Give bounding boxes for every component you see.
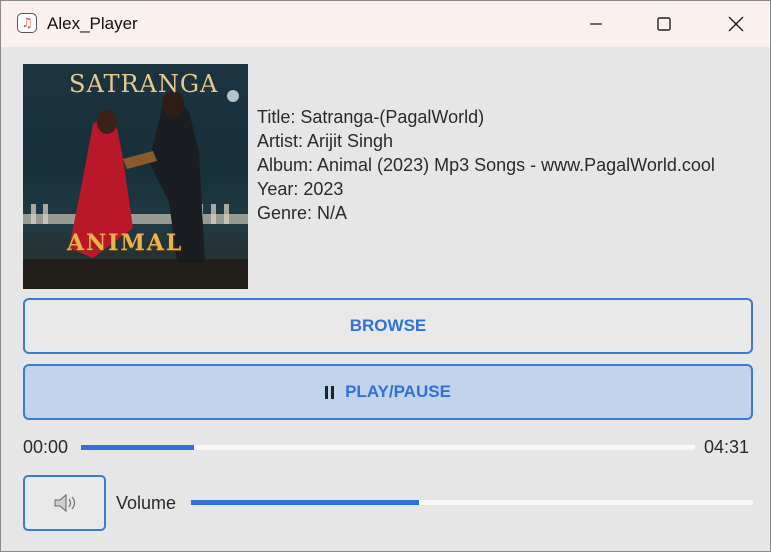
- maximize-icon: [657, 17, 671, 31]
- play-pause-button-label: PLAY/PAUSE: [345, 382, 451, 401]
- mute-button[interactable]: [23, 475, 106, 531]
- volume-slider[interactable]: [191, 500, 753, 505]
- total-time: 04:31: [704, 437, 750, 457]
- album-art-movie-title: ANIMAL: [67, 230, 184, 256]
- album-art-title: SATRANGA: [69, 70, 219, 98]
- seek-slider-fill: [81, 445, 194, 450]
- window-title: Alex_Player: [47, 14, 138, 33]
- album-art: SATRANGA ANIMAL: [23, 64, 248, 289]
- volume-label: Volume: [116, 493, 177, 513]
- meta-title: Title: Satranga-(PagalWorld): [257, 107, 485, 127]
- volume-slider-fill: [191, 500, 420, 505]
- browse-button[interactable]: BROWSE: [23, 298, 753, 354]
- player-window: ♫ Alex_Player SATRANGA ANIMAL Title: Sat…: [0, 0, 771, 552]
- track-metadata: Title: Satranga-(PagalWorld) Artist: Ari…: [257, 105, 715, 225]
- music-note-icon: ♫: [17, 13, 37, 33]
- minimize-icon: [590, 23, 602, 25]
- meta-album: Album: Animal (2023) Mp3 Songs - www.Pag…: [257, 155, 715, 175]
- seek-slider[interactable]: [81, 445, 695, 450]
- play-pause-button[interactable]: PLAY/PAUSE: [23, 364, 753, 420]
- browse-button-label: BROWSE: [349, 316, 427, 335]
- current-time: 00:00: [23, 437, 69, 457]
- close-icon: [728, 16, 744, 32]
- close-button[interactable]: [713, 1, 759, 47]
- meta-genre: Genre: N/A: [257, 203, 348, 223]
- meta-artist: Artist: Arijit Singh: [257, 131, 394, 151]
- meta-year: Year: 2023: [257, 179, 344, 199]
- title-bar[interactable]: ♫ Alex_Player: [1, 1, 770, 47]
- pause-icon: [325, 385, 335, 399]
- maximize-button[interactable]: [641, 1, 687, 47]
- minimize-button[interactable]: [573, 1, 619, 47]
- speaker-icon: [54, 493, 75, 513]
